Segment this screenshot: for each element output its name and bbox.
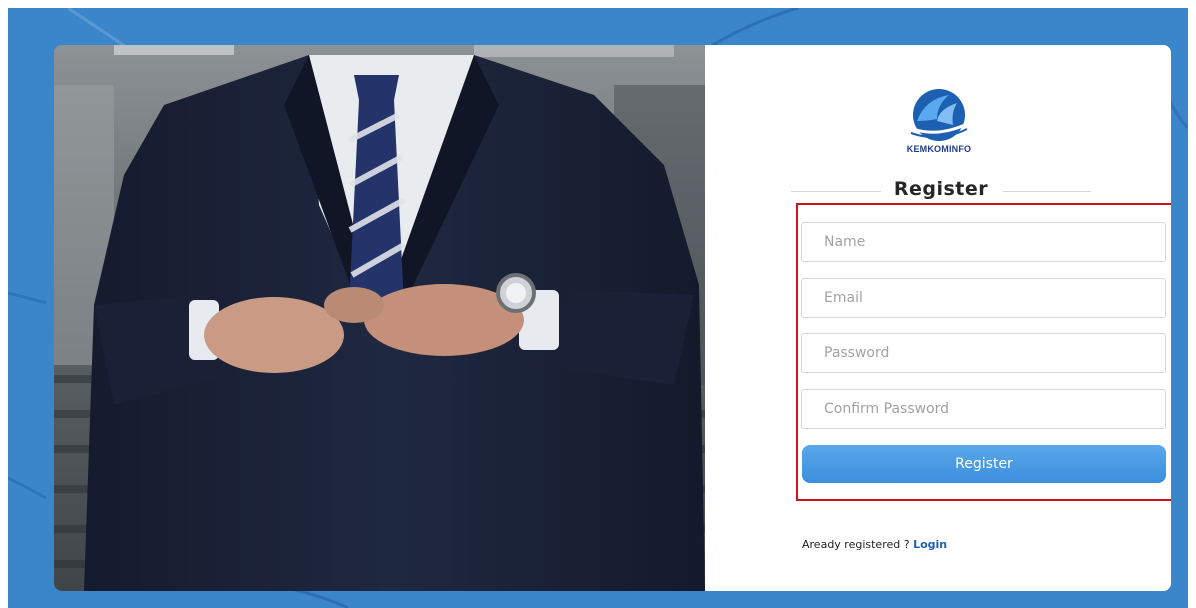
register-card: KEMKOMINFO Register Register Aready regi… — [54, 45, 1171, 591]
confirm-password-input[interactable] — [801, 389, 1166, 429]
kemkominfo-logo-icon — [910, 89, 968, 141]
password-input[interactable] — [801, 333, 1166, 373]
businessman-photo — [54, 45, 705, 591]
login-link[interactable]: Login — [913, 538, 947, 551]
photo-illustration — [54, 45, 705, 591]
kemkominfo-logo: KEMKOMINFO — [883, 85, 995, 157]
register-button[interactable]: Register — [802, 445, 1166, 483]
logo-text: KEMKOMINFO — [906, 144, 972, 154]
email-input[interactable] — [801, 278, 1166, 318]
login-prompt-row: Aready registered ? Login — [802, 538, 947, 551]
name-input[interactable] — [801, 222, 1166, 262]
register-title: Register — [893, 178, 989, 200]
page: KEMKOMINFO Register Register Aready regi… — [0, 0, 1196, 608]
background-frame: KEMKOMINFO Register Register Aready regi… — [8, 8, 1188, 608]
already-registered-text: Aready registered ? — [802, 538, 914, 551]
register-form-panel: KEMKOMINFO Register Register Aready regi… — [705, 45, 1171, 591]
